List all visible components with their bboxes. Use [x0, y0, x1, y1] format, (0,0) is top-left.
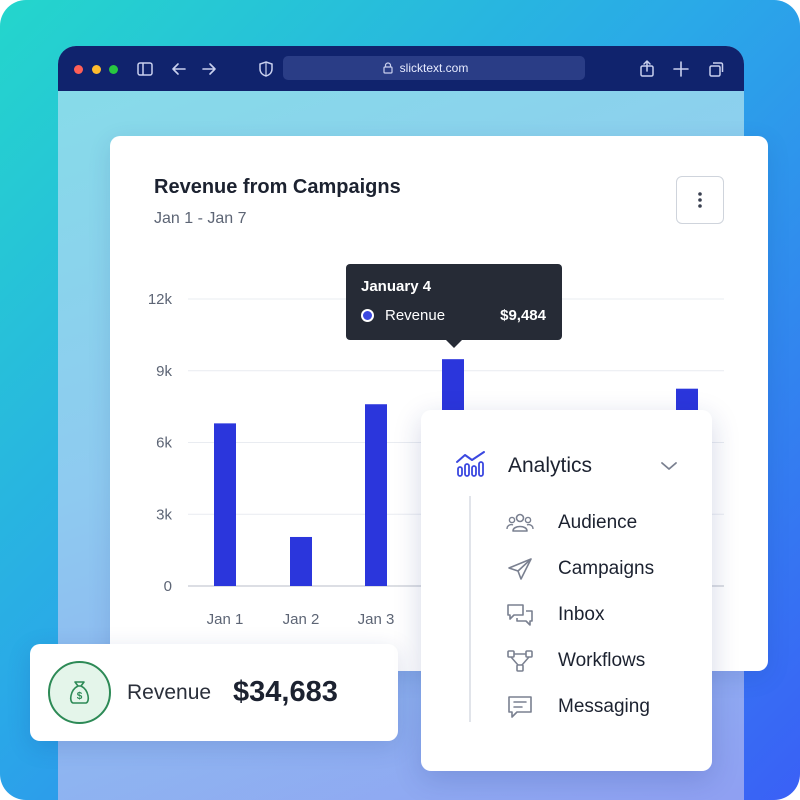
tooltip-date: January 4 — [361, 278, 432, 295]
tooltip-series-name: Revenue — [385, 307, 446, 324]
y-tick-label: 0 — [164, 578, 172, 595]
y-tick-label: 3k — [156, 506, 172, 523]
tabs-overview-icon[interactable] — [704, 58, 726, 80]
chart-tooltip: January 4 Revenue $9,484 — [346, 264, 562, 348]
address-bar[interactable]: slicktext.com — [283, 56, 585, 80]
x-tick-label: Jan 2 — [283, 611, 320, 628]
nav-item-messaging[interactable]: Messaging — [505, 693, 705, 723]
revenue-summary-card: $ Revenue $34,683 — [30, 644, 398, 741]
revenue-bar — [290, 536, 312, 586]
audience-icon — [506, 513, 534, 532]
money-badge: $ — [48, 661, 111, 724]
nav-item-label: Messaging — [558, 696, 650, 717]
revenue-label: Revenue — [127, 681, 212, 704]
submenu-guide-line — [469, 496, 471, 722]
series-color-dot — [361, 309, 374, 322]
nav-item-label: Campaigns — [558, 558, 655, 579]
nav-item-workflows[interactable]: Workflows — [505, 647, 705, 677]
sidebar-toggle-icon[interactable] — [134, 58, 156, 80]
analytics-menu-panel: Analytics Audience Campaigns Inbox Workf… — [421, 410, 712, 771]
analytics-menu-label[interactable]: Analytics — [508, 454, 592, 478]
browser-toolbar: slicktext.com — [58, 46, 744, 91]
shield-icon[interactable] — [255, 58, 277, 80]
workflow-icon — [507, 650, 533, 672]
nav-item-inbox[interactable]: Inbox — [505, 601, 705, 631]
close-window-button[interactable] — [74, 65, 83, 74]
lock-icon — [383, 62, 393, 74]
tooltip-value: $9,484 — [500, 307, 546, 324]
nav-item-audience[interactable]: Audience — [505, 509, 705, 539]
back-arrow-icon[interactable] — [168, 58, 190, 80]
maximize-window-button[interactable] — [109, 65, 118, 74]
analytics-icon — [456, 451, 485, 477]
money-bag-icon: $ — [69, 681, 90, 704]
url-text: slicktext.com — [399, 61, 469, 75]
new-tab-icon[interactable] — [670, 58, 692, 80]
minimize-window-button[interactable] — [92, 65, 101, 74]
message-icon — [508, 696, 532, 718]
y-tick-label: 12k — [148, 291, 173, 308]
nav-item-label: Audience — [558, 512, 638, 533]
svg-text:$: $ — [77, 691, 83, 702]
x-tick-label: Jan 3 — [358, 611, 395, 628]
chevron-down-icon[interactable] — [660, 460, 678, 472]
nav-item-label: Inbox — [558, 604, 605, 625]
x-tick-label: Jan 1 — [207, 611, 244, 628]
send-icon — [508, 558, 532, 580]
forward-arrow-icon[interactable] — [198, 58, 220, 80]
nav-item-label: Workflows — [558, 650, 646, 671]
chat-bubbles-icon — [507, 604, 533, 626]
y-tick-label: 9k — [156, 363, 172, 380]
share-icon[interactable] — [636, 58, 658, 80]
tooltip-pointer — [446, 340, 462, 348]
revenue-bar — [365, 404, 387, 586]
revenue-total: $34,683 — [233, 676, 338, 708]
y-tick-label: 6k — [156, 435, 172, 452]
revenue-bar — [214, 423, 236, 586]
nav-item-campaigns[interactable]: Campaigns — [505, 555, 705, 585]
